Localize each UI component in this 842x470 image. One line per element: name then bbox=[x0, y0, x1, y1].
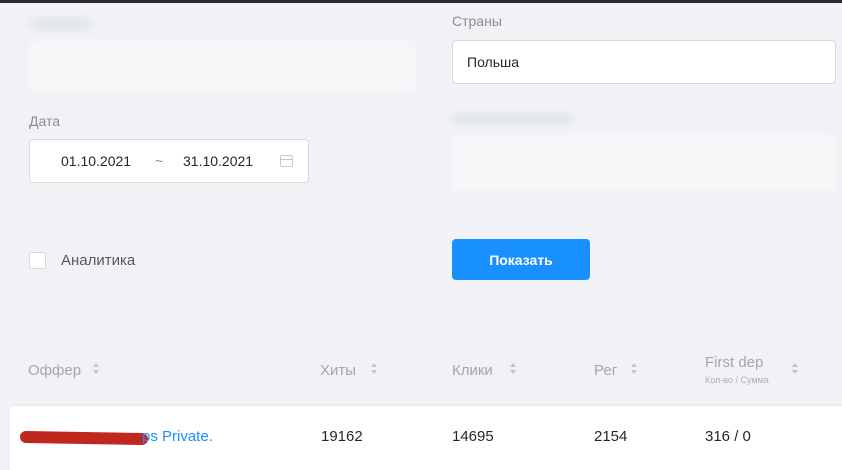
top-border bbox=[0, 0, 842, 3]
offer-link[interactable]: ps Private. bbox=[142, 428, 213, 445]
sort-icon[interactable] bbox=[371, 362, 378, 376]
analytics-checkbox-label[interactable]: Аналитика bbox=[61, 252, 135, 269]
column-header-hits[interactable]: Хиты bbox=[320, 362, 356, 379]
date-separator: ~ bbox=[155, 153, 164, 169]
column-header-reg[interactable]: Рег bbox=[594, 362, 617, 379]
countries-label: Страны bbox=[452, 13, 502, 29]
column-header-clicks[interactable]: Клики bbox=[452, 362, 493, 379]
show-button[interactable]: Показать bbox=[452, 239, 590, 280]
sort-icon[interactable] bbox=[792, 362, 799, 376]
page: Страны Польша Дата 01.10.2021 ~ 31.10.20… bbox=[0, 0, 842, 470]
date-from-input[interactable]: 01.10.2021 bbox=[61, 153, 131, 169]
table-row: ps Private. 19162 14695 2154 316 / 0 bbox=[10, 405, 842, 470]
column-header-offer[interactable]: Оффер bbox=[28, 362, 81, 379]
sort-icon[interactable] bbox=[510, 362, 517, 376]
blurred-field bbox=[30, 40, 416, 92]
date-label: Дата bbox=[29, 113, 61, 129]
sort-icon[interactable] bbox=[631, 362, 638, 376]
analytics-checkbox[interactable] bbox=[29, 252, 46, 269]
countries-select-value: Польша bbox=[467, 54, 520, 70]
blurred-field-2 bbox=[452, 135, 836, 191]
redaction-mark bbox=[19, 430, 149, 446]
cell-clicks: 14695 bbox=[452, 428, 494, 445]
countries-select[interactable]: Польша bbox=[452, 40, 836, 84]
cell-first-dep: 316 / 0 bbox=[705, 428, 751, 445]
blurred-label-2 bbox=[452, 113, 572, 125]
date-to-input[interactable]: 31.10.2021 bbox=[183, 153, 253, 169]
column-header-first-dep-sublabel: Кол-во / Сумма bbox=[705, 375, 769, 385]
sort-icon[interactable] bbox=[93, 362, 100, 376]
date-range-picker[interactable]: 01.10.2021 ~ 31.10.2021 bbox=[29, 139, 309, 183]
calendar-icon[interactable] bbox=[280, 155, 293, 167]
cell-hits: 19162 bbox=[321, 428, 363, 445]
column-header-first-dep[interactable]: First dep bbox=[705, 354, 763, 371]
blurred-label bbox=[30, 18, 92, 30]
cell-reg: 2154 bbox=[594, 428, 628, 445]
